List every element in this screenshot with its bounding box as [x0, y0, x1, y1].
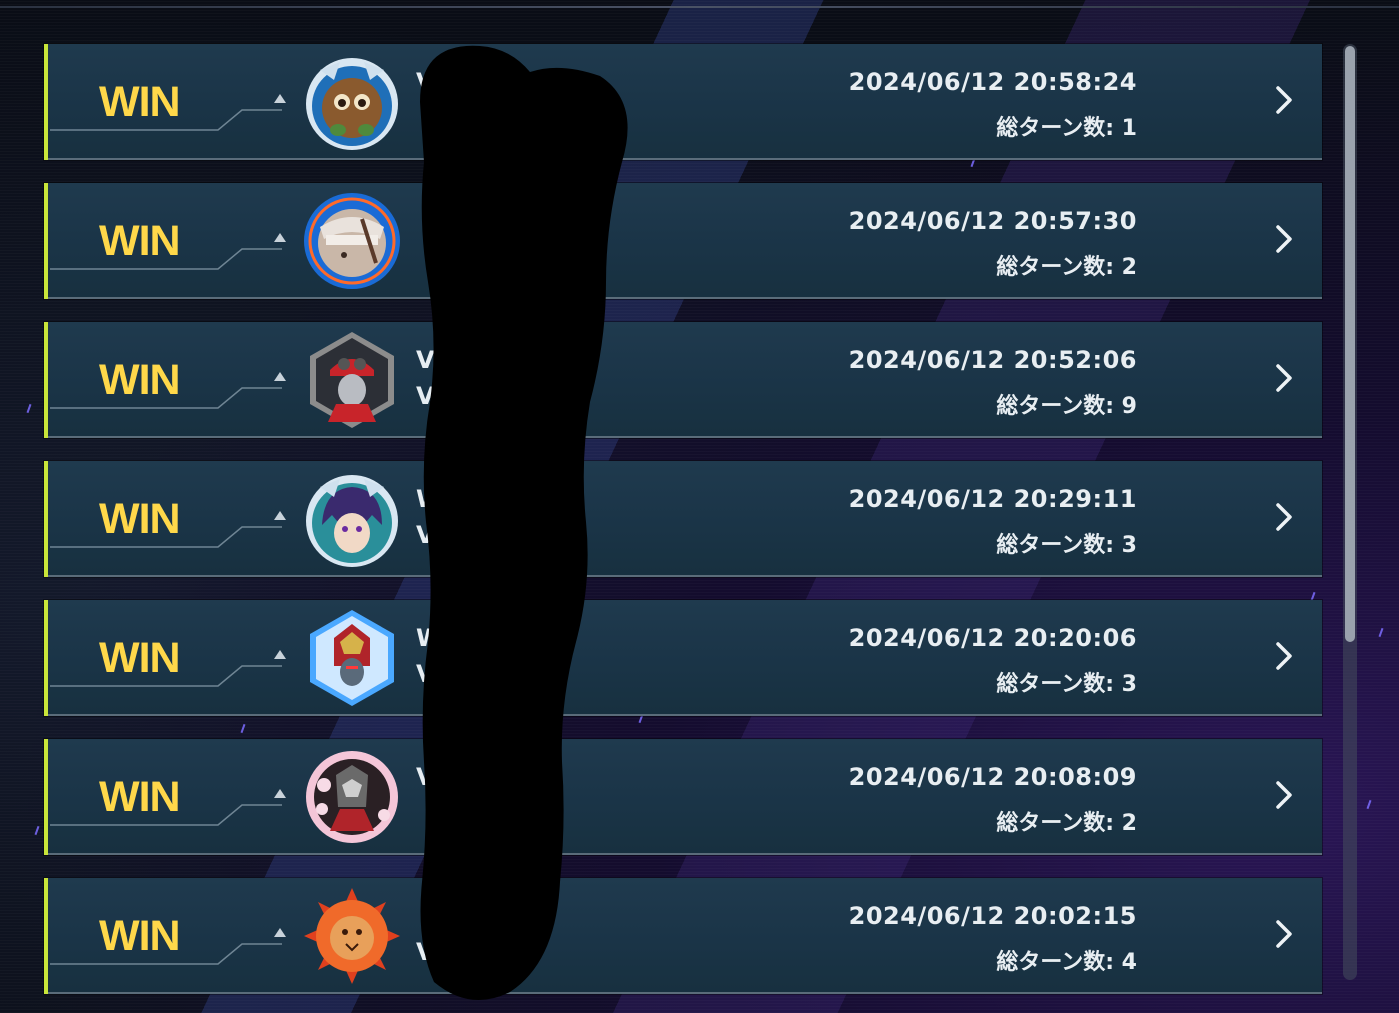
purple-haired-duelist-avatar [306, 475, 398, 567]
duel-datetime: 2024/06/12 20:29:11 [848, 485, 1137, 513]
total-turns: 総ターン数: 2 [996, 811, 1137, 836]
chevron-right-icon[interactable] [1272, 501, 1296, 533]
duel-history-screen: WIN V 2024/06/12 20:58:24 総ターン数: 1 WIN [0, 0, 1399, 1013]
red-cap-duelist-avatar [310, 332, 394, 428]
masked-duelist-avatar [304, 193, 400, 289]
total-turns: 総ターン数: 9 [996, 394, 1137, 419]
rank-up-icon [274, 928, 286, 937]
top-divider [0, 6, 1399, 8]
duel-datetime: 2024/06/12 20:20:06 [848, 624, 1137, 652]
sparkle-decoration [34, 825, 40, 836]
row-deco-line [50, 526, 282, 548]
sparkle-decoration [26, 403, 32, 414]
row-accent-bar [44, 322, 48, 438]
chevron-right-icon[interactable] [1272, 640, 1296, 672]
sakura-knight-avatar [306, 751, 398, 843]
scrollbar-thumb[interactable] [1345, 46, 1355, 642]
row-accent-bar [44, 878, 48, 994]
row-accent-bar [44, 739, 48, 855]
row-deco-line [50, 804, 282, 826]
rank-up-icon [274, 650, 286, 659]
total-turns: 総ターン数: 3 [996, 672, 1137, 697]
duel-datetime: 2024/06/12 20:58:24 [848, 68, 1137, 96]
sparkle-decoration [1366, 799, 1372, 810]
row-accent-bar [44, 600, 48, 716]
rank-up-icon [274, 372, 286, 381]
chevron-right-icon[interactable] [1272, 362, 1296, 394]
row-accent-bar [44, 183, 48, 299]
row-deco-line [50, 109, 282, 131]
duel-history-row[interactable]: WIN V V 2024/06/12 20:52:06 総ターン数: 9 [44, 322, 1322, 438]
rank-up-icon [274, 233, 286, 242]
redaction-mark [420, 45, 628, 1000]
duel-history-row[interactable]: WIN 2024/06/12 20:57:30 総ターン数: 2 [44, 183, 1322, 299]
lion-mane-avatar [304, 888, 400, 984]
duel-datetime: 2024/06/12 20:57:30 [848, 207, 1137, 235]
duel-history-row[interactable]: WIN V 2024/06/12 20:02:15 総ターン数: 4 [44, 878, 1322, 994]
row-deco-line [50, 387, 282, 409]
row-deco-line [50, 248, 282, 270]
duel-datetime: 2024/06/12 20:52:06 [848, 346, 1137, 374]
chevron-right-icon[interactable] [1272, 223, 1296, 255]
total-turns: 総ターン数: 3 [996, 533, 1137, 558]
sparkle-decoration [1378, 627, 1384, 638]
duel-history-row[interactable]: WIN V 2024/06/12 20:58:24 総ターン数: 1 [44, 44, 1322, 160]
row-accent-bar [44, 461, 48, 577]
total-turns: 総ターン数: 2 [996, 255, 1137, 280]
armored-warrior-avatar [310, 610, 394, 706]
chevron-right-icon[interactable] [1272, 918, 1296, 950]
rank-up-icon [274, 789, 286, 798]
duel-history-row[interactable]: WIN W V 2024/06/12 20:20:06 総ターン数: 3 [44, 600, 1322, 716]
rank-up-icon [274, 511, 286, 520]
chevron-right-icon[interactable] [1272, 84, 1296, 116]
total-turns: 総ターン数: 4 [996, 950, 1137, 975]
kuriboh-avatar [306, 58, 398, 150]
rank-up-icon [274, 94, 286, 103]
row-accent-bar [44, 44, 48, 160]
total-turns: 総ターン数: 1 [996, 116, 1137, 141]
duel-history-row[interactable]: WIN V 2024/06/12 20:08:09 総ターン数: 2 [44, 739, 1322, 855]
duel-history-row[interactable]: WIN W V 2024/06/12 20:29:11 総ターン数: 3 [44, 461, 1322, 577]
sparkle-decoration [240, 723, 246, 734]
row-deco-line [50, 665, 282, 687]
chevron-right-icon[interactable] [1272, 779, 1296, 811]
row-deco-line [50, 943, 282, 965]
duel-datetime: 2024/06/12 20:02:15 [848, 902, 1137, 930]
duel-datetime: 2024/06/12 20:08:09 [848, 763, 1137, 791]
